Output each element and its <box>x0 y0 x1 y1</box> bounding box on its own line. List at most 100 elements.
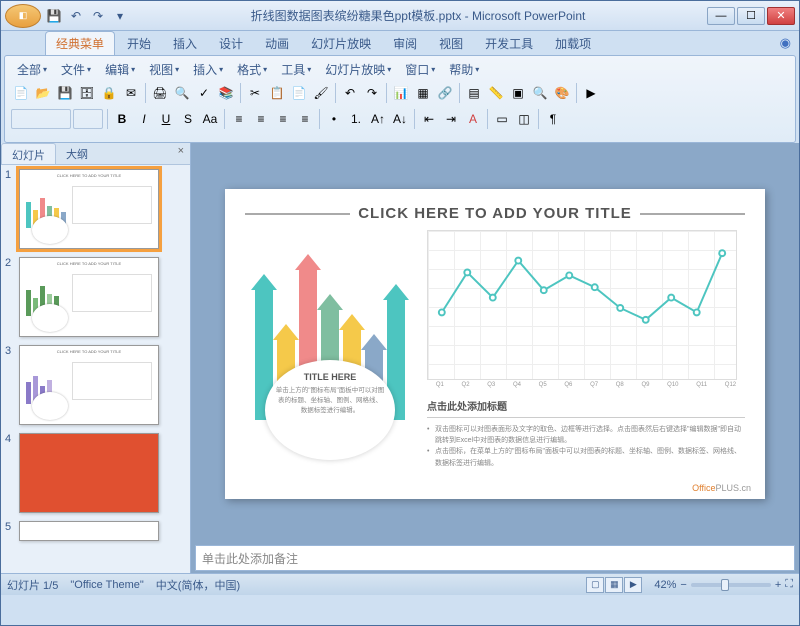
menu-tools[interactable]: 工具▾ <box>275 59 317 80</box>
open-icon[interactable]: 📂 <box>33 83 53 103</box>
zoom-label[interactable]: 42% <box>654 579 676 591</box>
ribbon-tab-developer[interactable]: 开发工具 <box>475 32 543 55</box>
paragraph-icon[interactable]: ¶ <box>543 109 563 129</box>
ribbon-tab-view[interactable]: 视图 <box>429 32 473 55</box>
minimize-button[interactable]: — <box>707 7 735 25</box>
preview-icon[interactable]: 🔍 <box>172 83 192 103</box>
thumbnail-panel-close[interactable]: × <box>172 143 190 164</box>
ribbon-tab-addins[interactable]: 加载项 <box>545 32 601 55</box>
zoom-slider[interactable] <box>691 583 771 587</box>
numbering-icon[interactable]: 1. <box>346 109 366 129</box>
email-icon[interactable]: ✉ <box>121 83 141 103</box>
ribbon-tab-animation[interactable]: 动画 <box>255 32 299 55</box>
zoom-out-icon[interactable]: − <box>680 579 686 591</box>
close-button[interactable]: ✕ <box>767 7 795 25</box>
save-icon[interactable]: 💾 <box>55 83 75 103</box>
thumbnail-2[interactable]: 2 CLICK HERE TO ADD YOUR TITLE <box>5 257 186 337</box>
color-icon[interactable]: 🎨 <box>552 83 572 103</box>
zoom-icon[interactable]: 🔍 <box>530 83 550 103</box>
align-center-icon[interactable]: ≡ <box>251 109 271 129</box>
new-icon[interactable]: 📄 <box>11 83 31 103</box>
help-icon[interactable]: ◉ <box>780 35 791 51</box>
sorter-view-icon[interactable]: ▦ <box>605 577 623 593</box>
grid-icon[interactable]: ▣ <box>508 83 528 103</box>
bullets-icon[interactable]: • <box>324 109 344 129</box>
redo-icon[interactable]: ↷ <box>89 7 107 25</box>
font-color-icon[interactable]: A <box>463 109 483 129</box>
hyperlink-icon[interactable]: 🔗 <box>435 83 455 103</box>
menu-help[interactable]: 帮助▾ <box>443 59 485 80</box>
normal-view-icon[interactable]: ▢ <box>586 577 604 593</box>
thumbnail-4[interactable]: 4 <box>5 433 186 513</box>
thumbnail-3[interactable]: 3 CLICK HERE TO ADD YOUR TITLE <box>5 345 186 425</box>
ribbon-tab-design[interactable]: 设计 <box>209 32 253 55</box>
language-indicator[interactable]: 中文(简体，中国) <box>156 577 240 593</box>
font-dropdown[interactable] <box>11 109 71 129</box>
line-chart[interactable] <box>427 230 737 380</box>
ribbon-tab-classic[interactable]: 经典菜单 <box>45 31 115 55</box>
align-left-icon[interactable]: ≡ <box>229 109 249 129</box>
ribbon-tab-insert[interactable]: 插入 <box>163 32 207 55</box>
slideshow-view-icon[interactable]: ▶ <box>624 577 642 593</box>
redo-icon[interactable]: ↷ <box>362 83 382 103</box>
paste-icon[interactable]: 📄 <box>289 83 309 103</box>
italic-icon[interactable]: I <box>134 109 154 129</box>
save-icon[interactable]: 💾 <box>45 7 63 25</box>
ribbon-tab-review[interactable]: 审阅 <box>383 32 427 55</box>
slide-canvas[interactable]: CLICK HERE TO ADD YOUR TITLE TITLE HERE … <box>191 143 799 545</box>
copy-icon[interactable]: 📋 <box>267 83 287 103</box>
menu-slideshow[interactable]: 幻灯片放映▾ <box>319 59 397 80</box>
maximize-button[interactable]: ☐ <box>737 7 765 25</box>
shadow-icon[interactable]: S <box>178 109 198 129</box>
underline-icon[interactable]: U <box>156 109 176 129</box>
cut-icon[interactable]: ✂ <box>245 83 265 103</box>
decrease-font-icon[interactable]: A↓ <box>390 109 410 129</box>
menu-edit[interactable]: 编辑▾ <box>99 59 141 80</box>
change-case-icon[interactable]: Aa <box>200 109 220 129</box>
menu-format[interactable]: 格式▾ <box>231 59 273 80</box>
research-icon[interactable]: 📚 <box>216 83 236 103</box>
ribbon-tab-home[interactable]: 开始 <box>117 32 161 55</box>
menu-all[interactable]: 全部▾ <box>11 59 53 80</box>
menu-window[interactable]: 窗口▾ <box>399 59 441 80</box>
slide-title[interactable]: CLICK HERE TO ADD YOUR TITLE <box>358 205 632 222</box>
table-icon[interactable]: ▦ <box>413 83 433 103</box>
sub-heading[interactable]: 点击此处添加标题 <box>427 398 745 413</box>
menu-view[interactable]: 视图▾ <box>143 59 185 80</box>
indent-more-icon[interactable]: ⇥ <box>441 109 461 129</box>
undo-icon[interactable]: ↶ <box>340 83 360 103</box>
slideshow-icon[interactable]: ▶ <box>581 83 601 103</box>
format-painter-icon[interactable]: 🖌 <box>311 83 331 103</box>
design-icon[interactable]: ◫ <box>514 109 534 129</box>
office-button[interactable]: ◧ <box>5 4 41 28</box>
indent-less-icon[interactable]: ⇤ <box>419 109 439 129</box>
align-right-icon[interactable]: ≡ <box>273 109 293 129</box>
tab-outline[interactable]: 大纲 <box>56 143 98 164</box>
title-circle[interactable]: TITLE HERE 单击上方的"图标布局"面板中可以对图表的标题、坐标轴、图例… <box>265 360 395 460</box>
saveas-icon[interactable]: 🗄 <box>77 83 97 103</box>
new-slide-icon[interactable]: ▭ <box>492 109 512 129</box>
bullet-2[interactable]: 点击图标，在菜单上方的"图标布局"面板中可以对图表的标题、坐标轴、图例、数据标签… <box>427 446 745 468</box>
justify-icon[interactable]: ≡ <box>295 109 315 129</box>
notes-input[interactable]: 单击此处添加备注 <box>195 545 795 571</box>
undo-icon[interactable]: ↶ <box>67 7 85 25</box>
chart-icon[interactable]: 📊 <box>391 83 411 103</box>
print-icon[interactable]: 🖨 <box>150 83 170 103</box>
menu-insert[interactable]: 插入▾ <box>187 59 229 80</box>
tab-slides[interactable]: 幻灯片 <box>1 143 56 164</box>
qat-more-icon[interactable]: ▾ <box>111 7 129 25</box>
bold-icon[interactable]: B <box>112 109 132 129</box>
increase-font-icon[interactable]: A↑ <box>368 109 388 129</box>
ruler-icon[interactable]: 📏 <box>486 83 506 103</box>
permission-icon[interactable]: 🔒 <box>99 83 119 103</box>
ribbon-tab-slideshow[interactable]: 幻灯片放映 <box>301 32 381 55</box>
thumbnail-list[interactable]: 1 CLICK HERE TO ADD YOUR TITLE <box>1 165 190 573</box>
thumbnail-1[interactable]: 1 CLICK HERE TO ADD YOUR TITLE <box>5 169 186 249</box>
bullet-1[interactable]: 双击图标可以对图表面形及文字的取色、边框等进行选择。点击图表然后右键选择"编辑数… <box>427 424 745 446</box>
thumbnail-5[interactable]: 5 <box>5 521 186 541</box>
menu-file[interactable]: 文件▾ <box>55 59 97 80</box>
zoom-in-icon[interactable]: + <box>775 579 781 591</box>
tables-icon[interactable]: ▤ <box>464 83 484 103</box>
size-dropdown[interactable] <box>73 109 103 129</box>
fit-icon[interactable]: ⛶ <box>785 578 793 591</box>
